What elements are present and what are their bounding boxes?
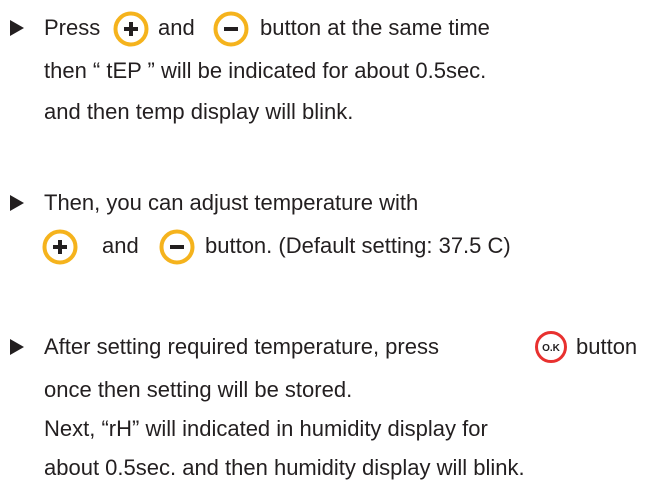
step2-word-and: and <box>102 233 139 258</box>
triangle-bullet-icon <box>10 195 24 211</box>
step1-line2: then “ tEP ” will be indicated for about… <box>44 58 487 83</box>
plus-circle-icon <box>42 229 78 265</box>
step2-button-text: button. (Default setting: 37.5 C) <box>205 233 511 258</box>
step3-word-button: button <box>576 334 638 359</box>
plus-circle-icon <box>113 11 149 47</box>
triangle-bullet-icon <box>10 339 24 355</box>
step1-word-and: and <box>158 15 195 40</box>
step3-word-press: After setting required temperature, pres… <box>44 334 439 359</box>
ok-circle-icon: O.K <box>535 331 567 363</box>
step1-word-press: Press <box>44 15 101 40</box>
minus-circle-icon <box>213 11 249 47</box>
step3-line3: Next, “rH” will indicated in humidity di… <box>44 416 488 441</box>
step1-line3: and then temp display will blink. <box>44 99 354 124</box>
triangle-bullet-icon <box>10 20 24 36</box>
step2-line1: Then, you can adjust temperature with <box>44 190 419 215</box>
ok-label: O.K <box>542 343 561 354</box>
step1-button-text: button at the same time <box>260 15 490 40</box>
step3-line2: once then setting will be stored. <box>44 377 353 402</box>
step3-line4: about 0.5sec. and then humidity display … <box>44 455 525 480</box>
minus-circle-icon <box>159 229 195 265</box>
